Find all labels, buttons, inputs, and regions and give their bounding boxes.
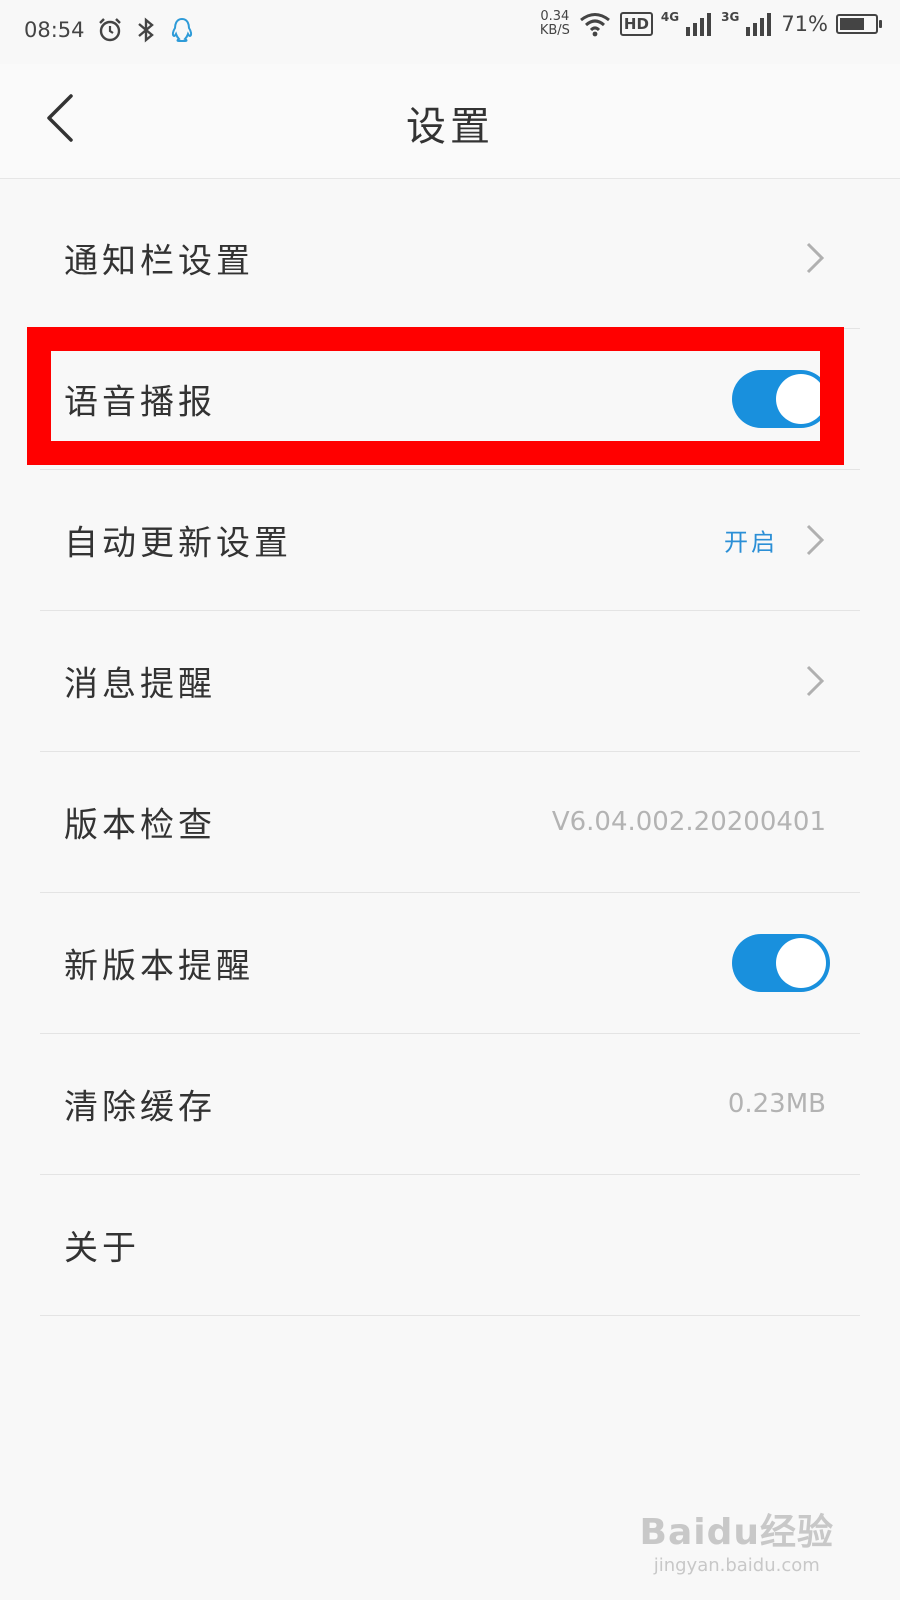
version-number: V6.04.002.20200401 xyxy=(551,807,826,837)
battery-percent: 71% xyxy=(781,12,828,36)
auto-update-status: 开启 xyxy=(724,528,778,557)
status-time: 08:54 xyxy=(24,18,85,42)
settings-item-label: 语音播报 xyxy=(64,382,216,423)
settings-item-label: 新版本提醒 xyxy=(64,946,254,987)
battery-icon xyxy=(836,14,882,34)
watermark-brand: Baidu经验 xyxy=(639,1512,834,1553)
page-title: 设置 xyxy=(406,104,494,150)
toggle-knob xyxy=(776,938,826,988)
net-speed-unit: KB/S xyxy=(539,23,570,38)
settings-item-clear-cache[interactable]: 清除缓存 0.23MB xyxy=(40,1034,860,1175)
signal-label-3g: 3G xyxy=(721,10,740,24)
settings-item-version-check[interactable]: 版本检查 V6.04.002.20200401 xyxy=(40,752,860,893)
status-bar: 08:54 0.34 KB/S HD 4G 3G 71% xyxy=(0,0,900,64)
settings-item-auto-update[interactable]: 自动更新设置 开启 xyxy=(40,470,860,611)
settings-item-message-reminder[interactable]: 消息提醒 xyxy=(40,611,860,752)
net-speed: 0.34 KB/S xyxy=(540,10,570,38)
signal-icon xyxy=(686,13,712,36)
voice-broadcast-toggle[interactable] xyxy=(732,370,830,428)
qq-icon xyxy=(171,17,192,42)
net-speed-value: 0.34 xyxy=(540,9,570,24)
settings-item-label: 关于 xyxy=(64,1228,140,1269)
signal-label-4g: 4G xyxy=(660,10,680,24)
settings-item-notification-bar[interactable]: 通知栏设置 xyxy=(40,188,860,329)
chevron-right-icon xyxy=(806,524,825,556)
toggle-knob xyxy=(776,374,826,424)
status-left: 08:54 xyxy=(24,16,195,44)
signal-icon xyxy=(746,13,772,36)
settings-item-label: 通知栏设置 xyxy=(64,241,254,282)
settings-item-label: 版本检查 xyxy=(64,805,216,846)
hd-badge: HD xyxy=(619,12,653,36)
battery-fill xyxy=(840,18,864,30)
chevron-right-icon xyxy=(806,242,825,274)
settings-item-about[interactable]: 关于 xyxy=(40,1175,860,1316)
settings-item-label: 自动更新设置 xyxy=(64,523,292,564)
status-right: 0.34 KB/S HD 4G 3G 71% xyxy=(540,10,882,38)
watermark: Baidu经验 jingyan.baidu.com xyxy=(640,1503,834,1576)
settings-list: 通知栏设置 语音播报 自动更新设置 开启 消息提醒 版本检查 V6.04.002… xyxy=(0,188,900,1316)
wifi-icon xyxy=(579,13,610,37)
watermark-url: jingyan.baidu.com xyxy=(653,1555,820,1576)
alarm-icon xyxy=(98,18,121,42)
chevron-right-icon xyxy=(806,665,825,697)
settings-item-label: 消息提醒 xyxy=(64,664,216,705)
header: 设置 xyxy=(0,64,900,179)
cache-size: 0.23MB xyxy=(727,1089,826,1119)
new-version-reminder-toggle[interactable] xyxy=(732,934,830,992)
bluetooth-icon xyxy=(137,17,154,43)
settings-item-voice-broadcast: 语音播报 xyxy=(40,329,860,470)
settings-item-label: 清除缓存 xyxy=(64,1087,216,1128)
settings-item-new-version-reminder: 新版本提醒 xyxy=(40,893,860,1034)
